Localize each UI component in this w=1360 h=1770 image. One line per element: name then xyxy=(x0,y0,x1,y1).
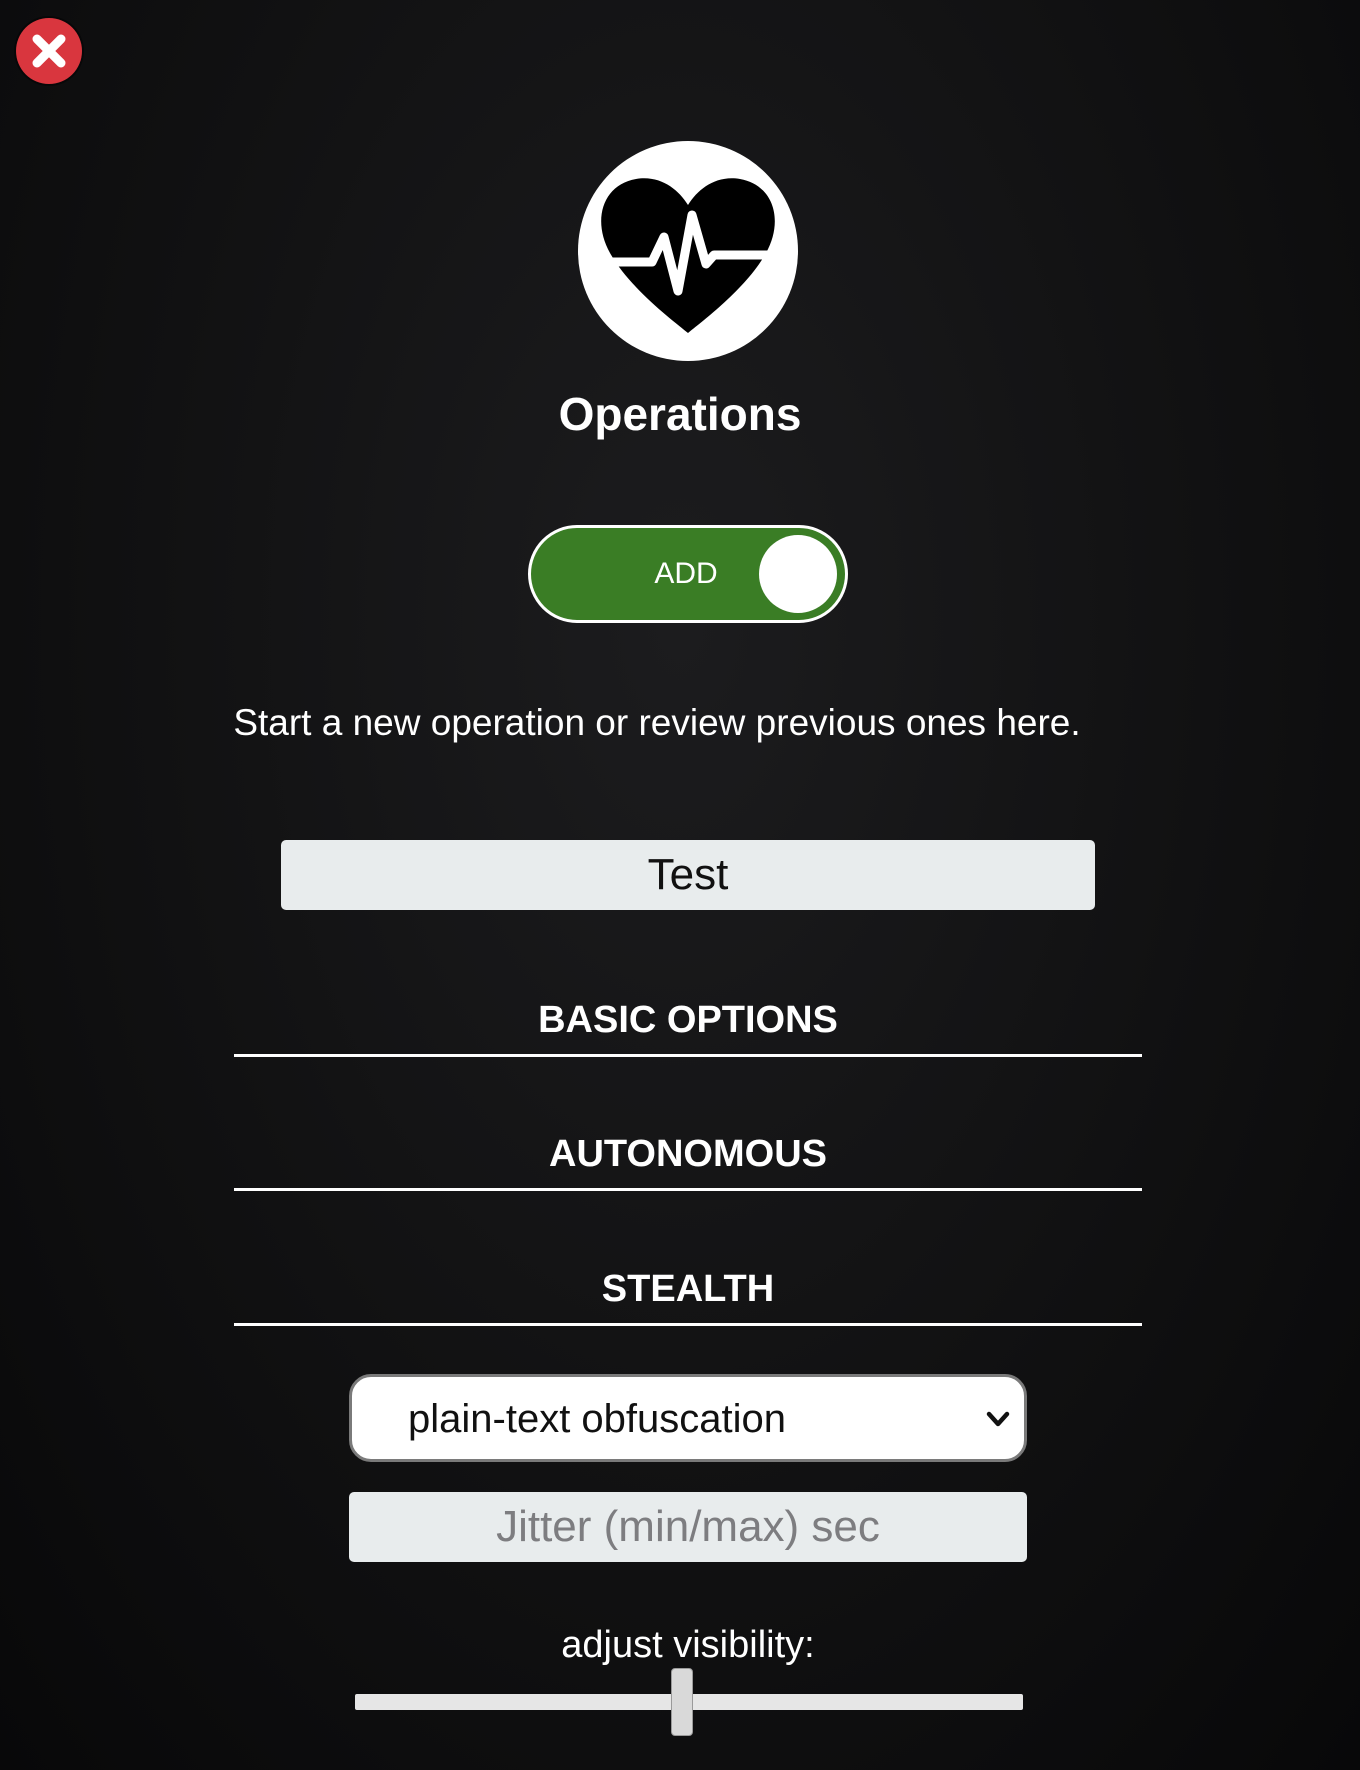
toggle-knob[interactable] xyxy=(759,535,837,613)
visibility-slider[interactable] xyxy=(355,1668,1023,1742)
operation-name-input[interactable] xyxy=(281,840,1095,910)
jitter-input[interactable] xyxy=(349,1492,1027,1562)
section-basic-options[interactable]: BASIC OPTIONS xyxy=(234,990,1142,1057)
heart-pulse-icon xyxy=(593,178,783,333)
visibility-label: adjust visibility: xyxy=(561,1624,815,1666)
section-autonomous[interactable]: AUTONOMOUS xyxy=(234,1124,1142,1191)
section-stealth[interactable]: STEALTH xyxy=(234,1259,1142,1326)
slider-thumb[interactable] xyxy=(671,1668,694,1736)
close-icon xyxy=(32,34,66,68)
add-toggle[interactable]: ADD xyxy=(528,525,848,623)
obfuscation-select[interactable]: plain-text obfuscation xyxy=(349,1374,1027,1462)
close-button[interactable] xyxy=(16,18,82,84)
page-description: Start a new operation or review previous… xyxy=(233,702,1081,743)
chevron-down-icon xyxy=(986,1411,1010,1427)
operations-logo xyxy=(578,141,798,361)
page-title: Operations xyxy=(558,388,802,440)
obfuscation-select-value: plain-text obfuscation xyxy=(408,1397,787,1441)
operations-modal: Operations ADD Start a new operation or … xyxy=(0,0,1360,1770)
